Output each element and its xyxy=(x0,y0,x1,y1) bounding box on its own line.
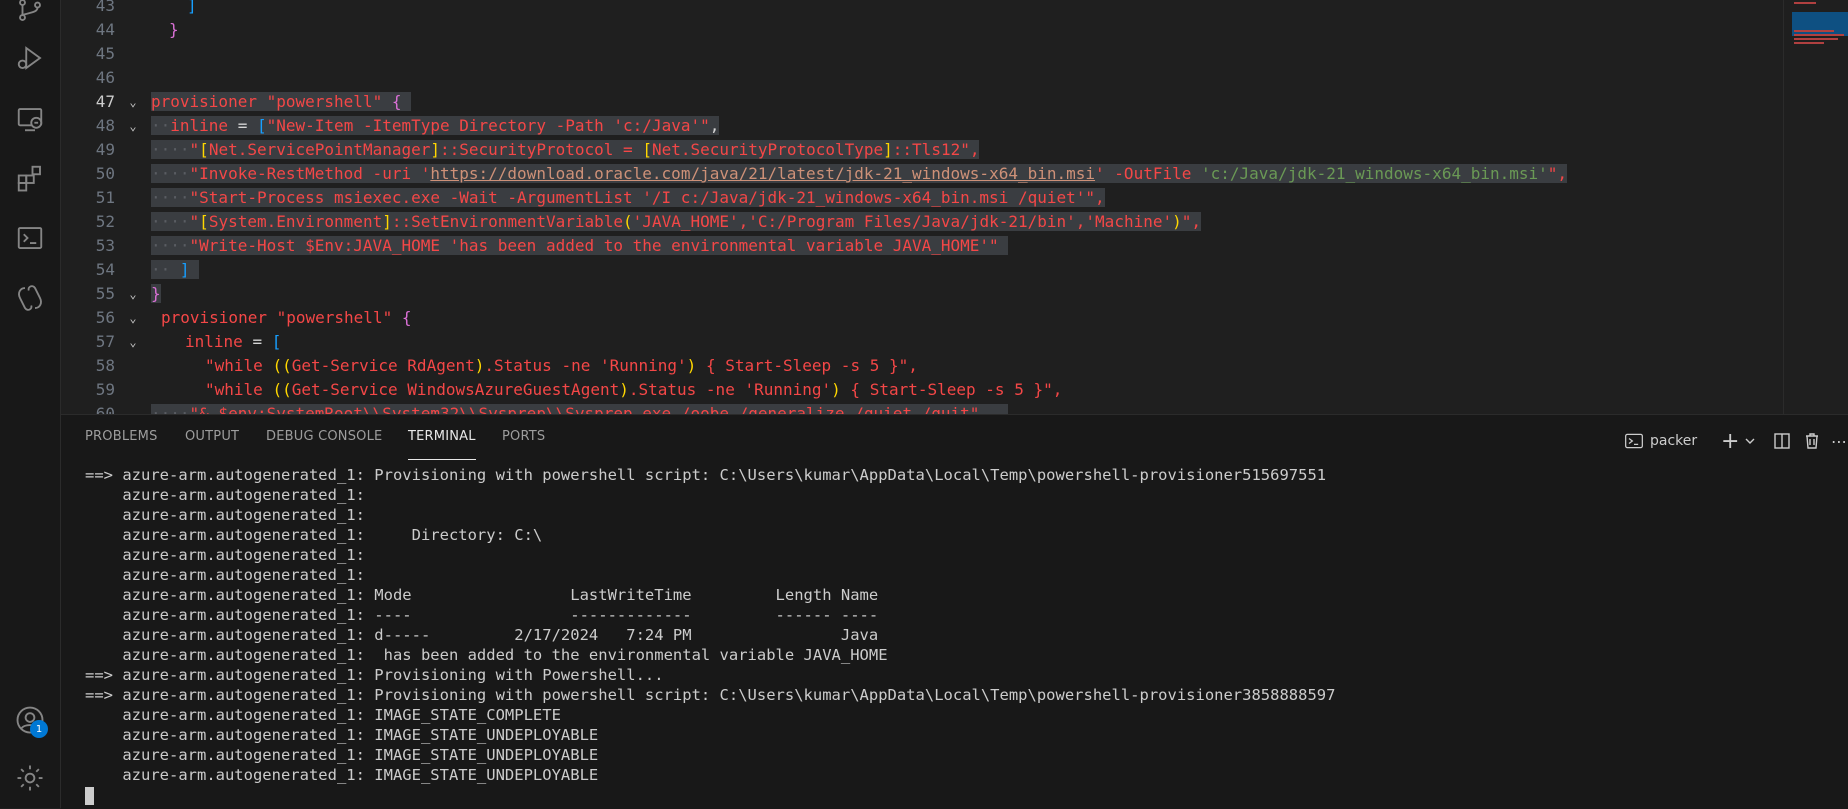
line-number: 51 xyxy=(95,188,115,207)
copilot-icon[interactable] xyxy=(12,280,48,316)
terminal-prompt-line xyxy=(85,785,1825,805)
minimap-viewport[interactable] xyxy=(1792,12,1848,36)
line-number: 56 xyxy=(95,308,115,327)
tab-ports[interactable]: PORTS xyxy=(502,429,545,459)
settings-gear-icon[interactable] xyxy=(12,760,48,796)
line-number: 58 xyxy=(95,356,115,375)
code-line-52: ····"[System.Environment]::SetEnvironmen… xyxy=(151,212,1202,231)
oracle-download-link[interactable]: https://download.oracle.com/java/21/late… xyxy=(430,164,1095,183)
powershell-icon xyxy=(1625,433,1643,449)
code-line-57: inline = [ xyxy=(185,332,282,351)
minimap[interactable] xyxy=(1783,0,1848,414)
code-line-51: ····"Start-Process msiexec.exe -Wait -Ar… xyxy=(151,188,1105,207)
terminal-cursor xyxy=(85,786,94,805)
terminal-line: azure-arm.autogenerated_1: xyxy=(85,506,365,524)
run-debug-icon[interactable] xyxy=(12,40,48,76)
line-number: 48 xyxy=(95,116,115,135)
new-terminal-plus-icon[interactable]: + xyxy=(1721,427,1739,455)
tab-problems[interactable]: PROBLEMS xyxy=(85,429,158,459)
terminal-line: azure-arm.autogenerated_1: Mode LastWrit… xyxy=(85,586,879,604)
terminal-line: ==> azure-arm.autogenerated_1: Provision… xyxy=(85,686,1336,704)
terminal-line: ==> azure-arm.autogenerated_1: Provision… xyxy=(85,466,1327,484)
line-number: 57 xyxy=(95,332,115,351)
code-line-60: ····"& $env:SystemRoot\\System32\\Syspre… xyxy=(151,402,1009,414)
extensions-icon[interactable] xyxy=(12,160,48,196)
terminal-line: azure-arm.autogenerated_1: ---- --------… xyxy=(85,606,879,624)
terminal-line: azure-arm.autogenerated_1: xyxy=(85,546,365,564)
code-line-47: provisioner "powershell" { xyxy=(151,90,412,114)
line-number: 50 xyxy=(95,164,115,183)
accounts-badge: 1 xyxy=(30,720,48,738)
code-line-48: ··inline = ["New-Item -ItemType Director… xyxy=(151,116,720,135)
tab-terminal[interactable]: TERMINAL xyxy=(408,429,476,460)
terminal-line: azure-arm.autogenerated_1: xyxy=(85,486,365,504)
line-number-gutter: 43 44 45 46 47 48 49 50 51 52 53 54 55 5… xyxy=(61,0,145,414)
kill-terminal-trash-icon[interactable] xyxy=(1803,427,1821,455)
terminal-dropdown-chevron-icon[interactable] xyxy=(1744,427,1756,455)
code-line-49: ····"[Net.ServicePointManager]::Security… xyxy=(151,140,980,159)
terminal-line: azure-arm.autogenerated_1: has been adde… xyxy=(85,646,888,664)
code-line-53: ····"Write-Host $Env:JAVA_HOME 'has been… xyxy=(151,234,1009,258)
code-line-55: } xyxy=(151,284,161,303)
terminal-line: ==> azure-arm.autogenerated_1: Provision… xyxy=(85,666,664,684)
tab-debug-console[interactable]: DEBUG CONSOLE xyxy=(266,429,382,459)
line-number: 60 xyxy=(95,404,115,414)
terminal-icon[interactable] xyxy=(12,220,48,256)
line-number: 54 xyxy=(95,260,115,279)
code-line-59: "while ((Get-Service WindowsAzureGuestAg… xyxy=(205,380,1063,399)
fold-chevron-icon[interactable]: ⌄ xyxy=(125,330,141,354)
code-line-43: ] xyxy=(187,0,197,15)
activity-bar: 1 xyxy=(0,0,61,808)
code-line-58: "while ((Get-Service RdAgent).Status -ne… xyxy=(205,356,918,375)
code-line-50: ····"Invoke-RestMethod -uri 'https://dow… xyxy=(151,164,1568,183)
code-line-54: ·· ] xyxy=(151,258,200,282)
accounts-icon[interactable]: 1 xyxy=(12,702,48,738)
terminal-line: azure-arm.autogenerated_1: IMAGE_STATE_C… xyxy=(85,706,561,724)
remote-explorer-icon[interactable] xyxy=(12,101,48,137)
terminal-line: azure-arm.autogenerated_1: IMAGE_STATE_U… xyxy=(85,746,599,764)
line-number: 44 xyxy=(95,20,115,39)
split-terminal-icon[interactable] xyxy=(1773,427,1791,455)
terminal-line: azure-arm.autogenerated_1: IMAGE_STATE_U… xyxy=(85,766,599,784)
line-number: 49 xyxy=(95,140,115,159)
terminal-selector[interactable]: packer xyxy=(1624,427,1697,455)
fold-chevron-icon[interactable]: ⌄ xyxy=(125,282,141,306)
tab-output[interactable]: OUTPUT xyxy=(185,429,239,459)
terminal-line: azure-arm.autogenerated_1: d----- 2/17/2… xyxy=(85,626,879,644)
fold-chevron-icon[interactable]: ⌄ xyxy=(125,90,141,114)
line-number: 43 xyxy=(95,0,115,15)
terminal-line: azure-arm.autogenerated_1: Directory: C:… xyxy=(85,526,543,544)
line-number: 53 xyxy=(95,236,115,255)
more-actions-icon[interactable]: ⋯ xyxy=(1831,427,1847,455)
fold-chevron-icon[interactable]: ⌄ xyxy=(125,306,141,330)
code-line-56: provisioner "powershell" { xyxy=(161,308,412,327)
line-number: 45 xyxy=(95,44,115,63)
line-number: 47 xyxy=(95,92,115,111)
source-control-icon[interactable] xyxy=(12,0,48,28)
code-line-44: } xyxy=(169,20,179,39)
bottom-panel: PROBLEMS OUTPUT DEBUG CONSOLE TERMINAL P… xyxy=(61,414,1848,809)
line-number: 52 xyxy=(95,212,115,231)
terminal-output[interactable]: ==> azure-arm.autogenerated_1: Provision… xyxy=(85,465,1825,805)
terminal-name: packer xyxy=(1650,433,1698,449)
fold-chevron-icon[interactable]: ⌄ xyxy=(125,114,141,138)
terminal-line: azure-arm.autogenerated_1: xyxy=(85,566,365,584)
terminal-line: azure-arm.autogenerated_1: IMAGE_STATE_U… xyxy=(85,726,599,744)
code-editor[interactable]: 43 44 45 46 47 48 49 50 51 52 53 54 55 5… xyxy=(61,0,1783,414)
line-number: 55 xyxy=(95,284,115,303)
panel-tabs: PROBLEMS OUTPUT DEBUG CONSOLE TERMINAL P… xyxy=(61,415,1848,463)
line-number: 46 xyxy=(95,68,115,87)
line-number: 59 xyxy=(95,380,115,399)
